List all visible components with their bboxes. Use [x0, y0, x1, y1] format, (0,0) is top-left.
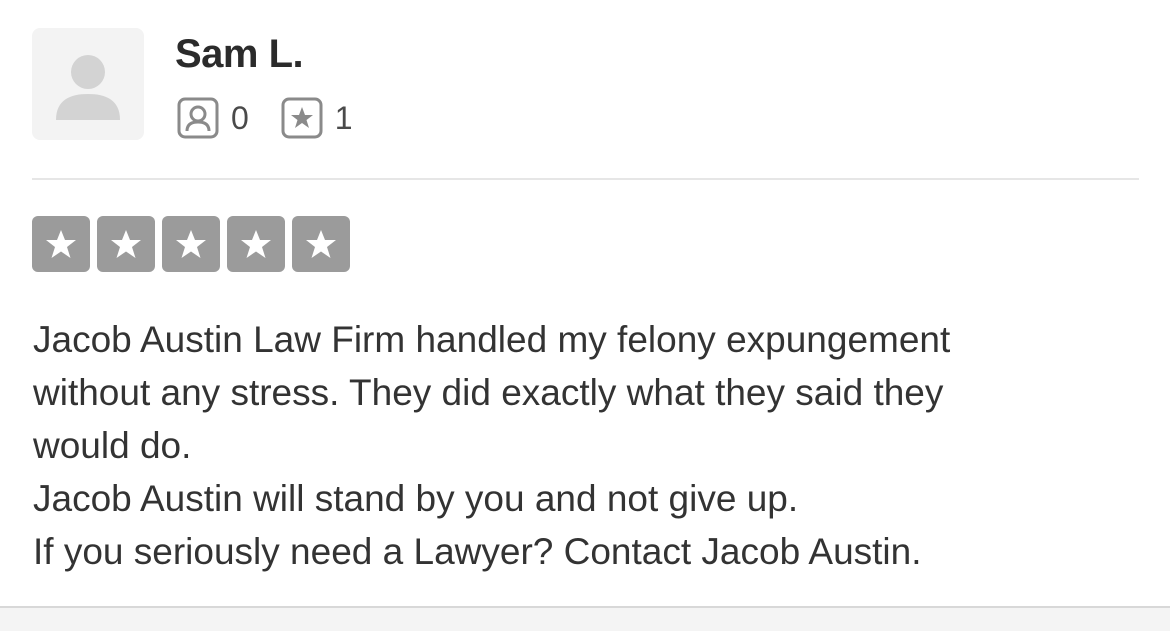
- divider: [32, 178, 1139, 180]
- reviewer-name[interactable]: Sam L.: [175, 30, 304, 78]
- star-icon: [227, 216, 285, 272]
- star-icon: [162, 216, 220, 272]
- reviews-count: 1: [334, 100, 353, 136]
- reviewer-stats: 0 1: [177, 96, 385, 140]
- friends-count: 0: [231, 100, 249, 136]
- friends-stat: 0: [177, 97, 249, 139]
- review-line: would do.: [33, 425, 192, 466]
- review-line: Jacob Austin Law Firm handled my felony …: [33, 319, 951, 360]
- reviews-star-icon: [281, 97, 323, 139]
- user-silhouette-icon: [56, 55, 120, 120]
- review-text: Jacob Austin Law Firm handled my felony …: [33, 313, 1143, 578]
- star-icon: [97, 216, 155, 272]
- review-line: Jacob Austin will stand by you and not g…: [33, 478, 799, 519]
- star-rating: [32, 216, 357, 272]
- avatar[interactable]: [32, 28, 144, 140]
- bottom-bar: [0, 606, 1170, 631]
- review-line: without any stress. They did exactly wha…: [33, 372, 944, 413]
- friends-icon: [177, 97, 219, 139]
- reviews-stat: 1: [281, 97, 353, 139]
- star-icon: [32, 216, 90, 272]
- star-icon: [292, 216, 350, 272]
- review-card: Sam L. 0 1 Jacob Austin Law Firm handled…: [0, 0, 1170, 631]
- review-line: If you seriously need a Lawyer? Contact …: [33, 531, 922, 572]
